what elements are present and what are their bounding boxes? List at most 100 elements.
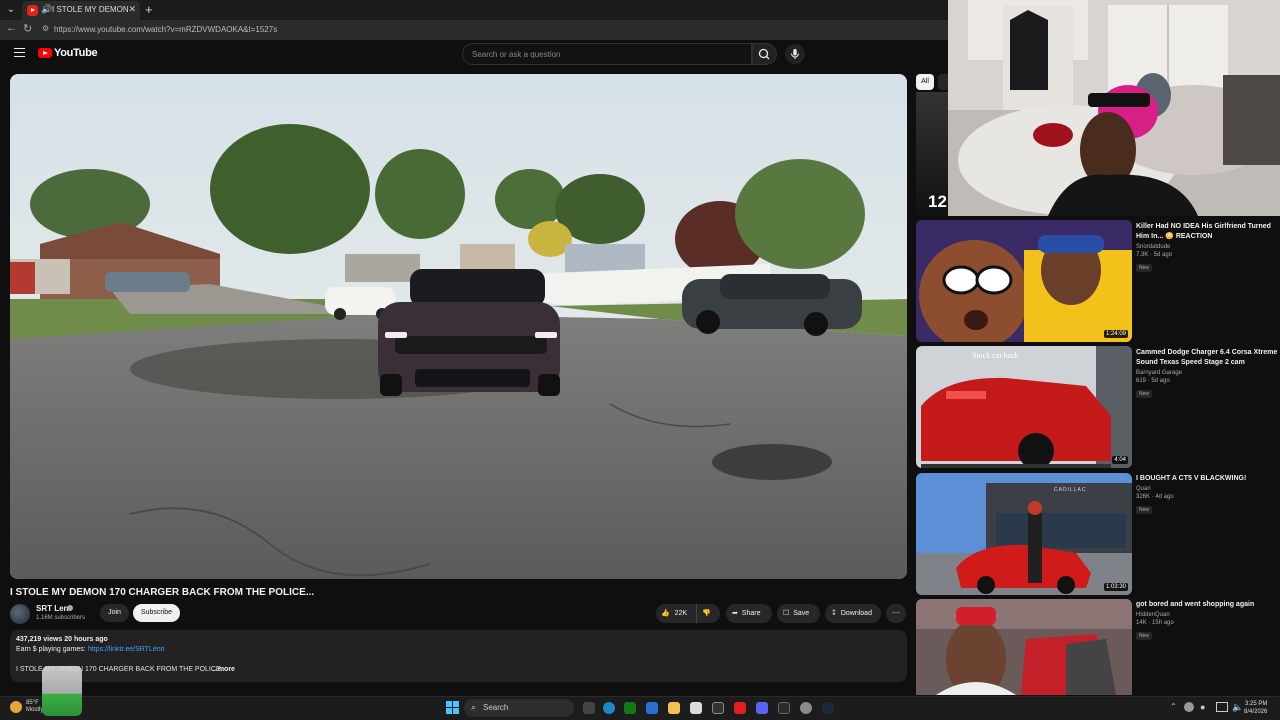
- url-field[interactable]: ⚙ https://www.youtube.com/watch?v=mRZDVW…: [40, 23, 920, 37]
- close-tab-icon[interactable]: ✕: [128, 4, 136, 15]
- subscribe-button[interactable]: Subscribe: [133, 604, 180, 622]
- recommendation-thumbnail-partial[interactable]: 12: [916, 92, 948, 216]
- description-earn-label: Earn $ playing games:: [16, 646, 86, 653]
- task-view-icon[interactable]: [583, 702, 595, 714]
- taskbar-search-label: Search: [483, 703, 509, 712]
- like-dislike-group: 👍 22K 👎: [656, 604, 720, 623]
- store-icon[interactable]: [646, 702, 658, 714]
- taskbar-search[interactable]: ⌕ Search: [464, 699, 574, 717]
- like-button[interactable]: 👍 22K: [661, 604, 687, 623]
- save-button[interactable]: ☐ Save: [777, 604, 820, 623]
- file-explorer-icon[interactable]: [668, 702, 680, 714]
- bookmark-icon: ☐: [783, 610, 790, 617]
- tab-active[interactable]: 🔊 I STOLE MY DEMON 170 CHA ✕: [22, 1, 140, 20]
- more-horizontal-icon: ⋯: [892, 610, 900, 617]
- new-badge: New: [1136, 390, 1153, 398]
- recommendation-info[interactable]: Killer Had NO IDEA His Girlfriend Turned…: [1136, 222, 1280, 272]
- speaker-icon[interactable]: 🔊: [41, 4, 52, 15]
- steam-icon[interactable]: [822, 702, 834, 714]
- recommendation-thumbnail[interactable]: 1:24:09: [916, 220, 1132, 342]
- share-icon: ➦: [732, 610, 738, 617]
- divider: [696, 604, 697, 623]
- youtube-logo-text[interactable]: YouTube: [54, 47, 98, 59]
- chip-all[interactable]: All: [916, 74, 934, 90]
- download-icon: ↧: [831, 610, 837, 617]
- clock[interactable]: 3:25 PM 8/4/2026: [1244, 700, 1267, 716]
- new-badge: New: [1136, 506, 1153, 514]
- download-label: Download: [840, 610, 872, 617]
- webcam-overlay: [948, 0, 1280, 216]
- obs-icon[interactable]: [800, 702, 812, 714]
- volume-icon[interactable]: 🔈: [1232, 702, 1243, 713]
- xbox-icon[interactable]: [624, 702, 636, 714]
- thumbnail-caption: CADILLAC: [1054, 487, 1087, 493]
- show-more-link[interactable]: ...more: [212, 666, 235, 673]
- recommendation-thumbnail[interactable]: [916, 599, 1132, 695]
- show-hidden-icons-icon[interactable]: ⌃: [1170, 702, 1177, 711]
- save-label: Save: [793, 610, 810, 617]
- new-badge: New: [1136, 632, 1153, 640]
- site-info-icon[interactable]: ⚙: [42, 24, 49, 33]
- channel-avatar[interactable]: [10, 604, 30, 624]
- partial-thumbnail-text: 12: [928, 192, 947, 211]
- recommendation-info[interactable]: got bored and went shopping again Hidden…: [1136, 600, 1280, 640]
- edge-browser-icon[interactable]: [603, 702, 615, 714]
- new-badge: New: [1136, 264, 1153, 272]
- download-button[interactable]: ↧ Download: [825, 604, 881, 623]
- taskbar: [0, 696, 1280, 720]
- windows-start-icon[interactable]: [446, 701, 459, 714]
- recommendation-thumbnail[interactable]: CADILLAC 1:03:30: [916, 473, 1132, 595]
- description-box[interactable]: [10, 630, 907, 682]
- dislike-button[interactable]: 👎: [702, 604, 711, 623]
- search-box[interactable]: [462, 43, 752, 65]
- youtube-logo-icon[interactable]: [38, 48, 52, 58]
- tab-list-dropdown-icon[interactable]: ⌄: [4, 3, 18, 17]
- search-icon: [758, 48, 770, 60]
- recommendation-title[interactable]: Cammed Dodge Charger 6.4 Corsa Xtreme So…: [1136, 348, 1280, 368]
- like-count: 22K: [674, 610, 688, 617]
- join-button[interactable]: Join: [100, 604, 129, 622]
- recommendation-info[interactable]: Cammed Dodge Charger 6.4 Corsa Xtreme So…: [1136, 348, 1280, 398]
- search-button[interactable]: [752, 43, 777, 65]
- youtube-app-icon[interactable]: [734, 702, 746, 714]
- share-button[interactable]: ➦ Share: [726, 604, 772, 623]
- video-player[interactable]: [10, 74, 907, 579]
- search-input[interactable]: [470, 49, 734, 60]
- recommendation-channel[interactable]: Quan: [1136, 486, 1280, 492]
- recommendation-title[interactable]: Killer Had NO IDEA His Girlfriend Turned…: [1136, 222, 1280, 242]
- recommendation-meta: 14K · 15h ago: [1136, 620, 1174, 626]
- recommendation-meta: 7.3K · 5d ago: [1136, 252, 1173, 258]
- channel-name[interactable]: SRT Len: [36, 604, 68, 613]
- terminal-icon[interactable]: [778, 702, 790, 714]
- recommendation-title[interactable]: I BOUGHT A CT5 V BLACKWING!: [1136, 474, 1280, 484]
- amazon-icon[interactable]: [712, 702, 724, 714]
- weather-icon[interactable]: [10, 701, 22, 713]
- thumbnail-image: [916, 346, 1132, 468]
- recommendation-info[interactable]: I BOUGHT A CT5 V BLACKWING! Quan 326K · …: [1136, 474, 1280, 514]
- discord-icon[interactable]: [756, 702, 768, 714]
- microphone-icon: [791, 49, 799, 59]
- description-link[interactable]: https://linktr.ee/SRTLenn: [88, 646, 165, 653]
- video-title: I STOLE MY DEMON 170 CHARGER BACK FROM T…: [10, 587, 315, 598]
- view-count-and-date: 437,219 views 20 hours ago: [16, 636, 108, 643]
- voice-search-button[interactable]: [785, 44, 805, 64]
- recommendation-thumbnail[interactable]: Stock cat back 4:04: [916, 346, 1132, 468]
- calendar-icon[interactable]: [690, 702, 702, 714]
- menu-icon[interactable]: [14, 48, 25, 57]
- recommendation-meta: 326K · 4d ago: [1136, 494, 1174, 500]
- tray-app-icon[interactable]: [1184, 702, 1194, 712]
- recommendation-channel[interactable]: HiddenQuan: [1136, 612, 1280, 618]
- webcam-frame: [948, 0, 1280, 216]
- search-icon: ⌕: [471, 702, 477, 712]
- microphone-tray-icon[interactable]: ●: [1200, 702, 1205, 712]
- recommendation-meta: 619 · 5d ago: [1136, 378, 1170, 384]
- recommendation-title[interactable]: got bored and went shopping again: [1136, 600, 1280, 610]
- more-actions-button[interactable]: ⋯: [886, 604, 906, 623]
- recommendation-channel[interactable]: Barnyard Garage: [1136, 370, 1280, 376]
- back-icon[interactable]: ←: [6, 22, 17, 34]
- tab-title: I STOLE MY DEMON 170 CHA: [52, 5, 128, 14]
- new-tab-button[interactable]: +: [145, 2, 153, 17]
- reload-icon[interactable]: ↻: [23, 22, 32, 35]
- network-icon[interactable]: [1216, 702, 1228, 712]
- recommendation-channel[interactable]: Snordatdude: [1136, 244, 1280, 250]
